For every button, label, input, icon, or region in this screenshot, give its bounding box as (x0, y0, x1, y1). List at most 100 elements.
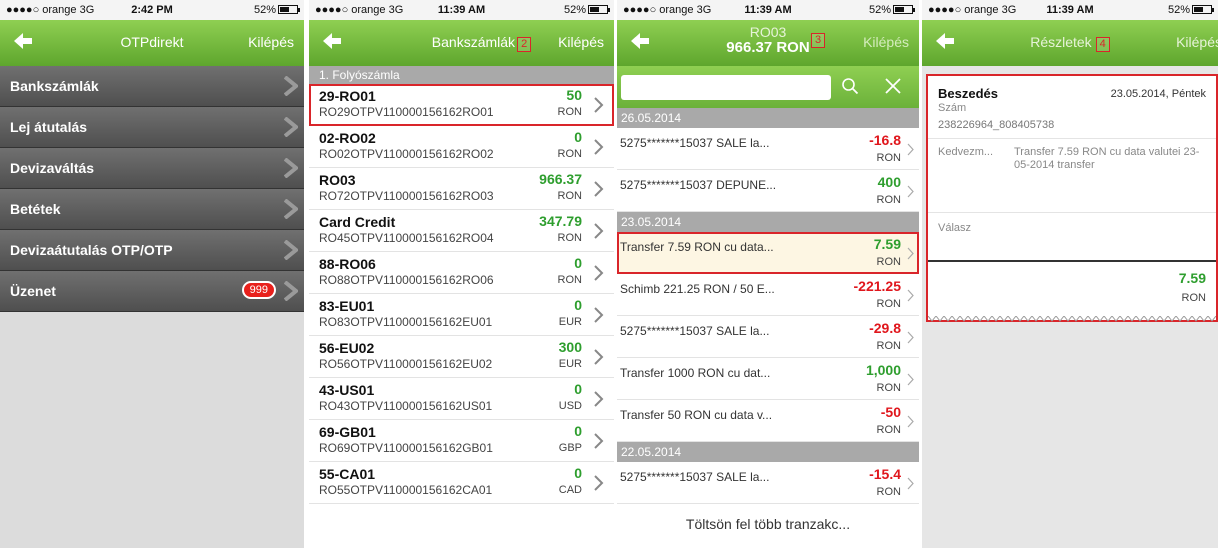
account-name: 02-RO02 (319, 130, 376, 146)
account-balance: 0 (574, 255, 582, 271)
battery-indicator: 52% (869, 4, 915, 16)
account-list: 29-RO01 RO29OTPV110000156162RO01 50 RON 02-R… (309, 84, 614, 504)
detail-date: 23.05.2014, Péntek (1110, 88, 1206, 100)
transaction-row[interactable]: Transfer 1000 RON cu dat... 1,000 RON (617, 358, 919, 400)
transaction-row[interactable]: Transfer 7.59 RON cu data... 7.59 RON (617, 232, 919, 274)
account-currency: RON (557, 232, 582, 244)
status-bar: ●●●●○ orange 3G 11:39 AM 52% (922, 0, 1218, 20)
transaction-amount: 1,000 (865, 362, 901, 378)
account-iban: RO88OTPV110000156162RO06 (319, 273, 494, 287)
transaction-currency: RON (876, 298, 901, 310)
search-input[interactable] (621, 75, 831, 100)
transaction-row[interactable]: 5275*******15037 SALE la... -15.4 RON (617, 462, 919, 504)
screen-transactions: ●●●●○ orange 3G 11:39 AM 52% RO03 966.37… (617, 0, 919, 548)
load-more-button[interactable]: Töltsön fel több tranzakc... (617, 504, 919, 544)
logout-button[interactable]: Kilépés (863, 34, 909, 50)
transaction-row[interactable]: 5275*******15037 SALE la... -16.8 RON (617, 128, 919, 170)
status-bar: ●●●●○ orange 3G 11:39 AM 52% (309, 0, 614, 20)
menu-item[interactable]: Devizaváltás (0, 148, 304, 189)
account-row[interactable]: 55-CA01 RO55OTPV110000156162CA01 0 CAD (309, 462, 614, 504)
close-icon[interactable] (885, 78, 901, 94)
account-balance: 300 (558, 339, 582, 355)
chevron-right-icon (594, 391, 604, 407)
detail-currency: RON (1181, 292, 1206, 304)
logout-button[interactable]: Kilépés (248, 34, 294, 50)
chevron-right-icon (594, 97, 604, 113)
transaction-row[interactable]: 5275*******15037 DEPUNE... 400 RON (617, 170, 919, 212)
chevron-right-icon (284, 240, 298, 260)
notification-badge: 999 (241, 281, 276, 299)
account-currency: CAD (558, 484, 582, 496)
transaction-currency: RON (876, 486, 901, 498)
transaction-currency: RON (876, 424, 901, 436)
account-balance: 50 (566, 87, 582, 103)
account-row[interactable]: 69-GB01 RO69OTPV110000156162GB01 0 GBP (309, 420, 614, 462)
chevron-right-icon (907, 331, 914, 344)
account-balance: 0 (574, 129, 582, 145)
transaction-amount: -50 (880, 404, 901, 420)
transaction-row[interactable]: 5275*******15037 SALE la... -29.8 RON (617, 316, 919, 358)
account-iban: RO43OTPV110000156162US01 (319, 399, 493, 413)
account-row[interactable]: RO03 RO72OTPV110000156162RO03 966.37 RON (309, 168, 614, 210)
transaction-amount: 400 (877, 174, 901, 190)
battery-indicator: 52% (564, 4, 610, 16)
divider (928, 138, 1216, 139)
transaction-description: Transfer 7.59 RON cu data... (620, 240, 774, 254)
number-value: 238226964_808405738 (938, 119, 1055, 131)
transaction-row[interactable]: Schimb 221.25 RON / 50 E... -221.25 RON (617, 274, 919, 316)
transaction-amount: 7.59 (873, 236, 901, 252)
account-row[interactable]: 88-RO06 RO88OTPV110000156162RO06 0 RON (309, 252, 614, 294)
transaction-description: Schimb 221.25 RON / 50 E... (620, 282, 775, 296)
search-icon[interactable] (841, 77, 859, 95)
chevron-right-icon (594, 223, 604, 239)
account-row[interactable]: 02-RO02 RO02OTPV110000156162RO02 0 RON (309, 126, 614, 168)
nav-bar: Bankszámlák 2 Kilépés (309, 20, 614, 66)
account-currency: RON (557, 274, 582, 286)
account-iban: RO72OTPV110000156162RO03 (319, 189, 494, 203)
chevron-right-icon (594, 475, 604, 491)
account-currency: GBP (558, 442, 582, 454)
account-row[interactable]: Card Credit RO45OTPV110000156162RO04 347.7… (309, 210, 614, 252)
account-iban: RO56OTPV110000156162EU02 (319, 357, 493, 371)
transaction-amount: -15.4 (869, 466, 901, 482)
chevron-right-icon (594, 139, 604, 155)
date-group-header: 23.05.2014 (617, 212, 919, 232)
transaction-amount: -221.25 (853, 278, 901, 294)
menu-item[interactable]: Lej átutalás (0, 107, 304, 148)
menu-item[interactable]: Betétek (0, 189, 304, 230)
date-group-header: 22.05.2014 (617, 442, 919, 462)
account-row[interactable]: 29-RO01 RO29OTPV110000156162RO01 50 RON (309, 84, 614, 126)
account-name: Card Credit (319, 214, 396, 230)
account-name: 56-EU02 (319, 340, 375, 356)
account-name: RO03 (749, 24, 787, 40)
screen-accounts: ●●●●○ orange 3G 11:39 AM 52% Bankszámlák… (309, 0, 614, 548)
menu-item-label: Bankszámlák (10, 78, 99, 94)
transaction-row[interactable]: Transfer 50 RON cu data v... -50 RON (617, 400, 919, 442)
nav-bar: Részletek 4 Kilépés (922, 20, 1218, 66)
account-row[interactable]: 56-EU02 RO56OTPV110000156162EU02 300 EUR (309, 336, 614, 378)
transaction-list: 26.05.2014 5275*******15037 SALE la... -16… (617, 108, 919, 504)
menu-item[interactable]: Bankszámlák (0, 66, 304, 107)
account-balance: 0 (574, 423, 582, 439)
account-iban: RO02OTPV110000156162RO02 (319, 147, 494, 161)
chevron-right-icon (907, 247, 914, 260)
menu-item-label: Devizaváltás (10, 160, 95, 176)
account-row[interactable]: 43-US01 RO43OTPV110000156162US01 0 USD (309, 378, 614, 420)
menu-item-label: Üzenet (10, 283, 56, 299)
transaction-description: 5275*******15037 SALE la... (620, 470, 770, 484)
reply-label[interactable]: Válasz (938, 222, 971, 234)
logout-button[interactable]: Kilépés (1176, 34, 1218, 50)
transaction-amount: -29.8 (869, 320, 901, 336)
account-row[interactable]: 83-EU01 RO83OTPV110000156162EU01 0 EUR (309, 294, 614, 336)
menu-item[interactable]: Devizaátutalás OTP/OTP (0, 230, 304, 271)
account-currency: EUR (558, 358, 582, 370)
battery-indicator: 52% (1168, 4, 1214, 16)
chevron-right-icon (907, 143, 914, 156)
back-arrow-icon[interactable] (321, 30, 343, 52)
step-marker: 2 (517, 37, 532, 52)
page-title-wrap: Részletek 4 (922, 34, 1218, 52)
account-currency: RON (557, 148, 582, 160)
battery-icon (588, 5, 610, 14)
logout-button[interactable]: Kilépés (558, 34, 604, 50)
menu-item[interactable]: Üzenet 999 (0, 271, 304, 312)
